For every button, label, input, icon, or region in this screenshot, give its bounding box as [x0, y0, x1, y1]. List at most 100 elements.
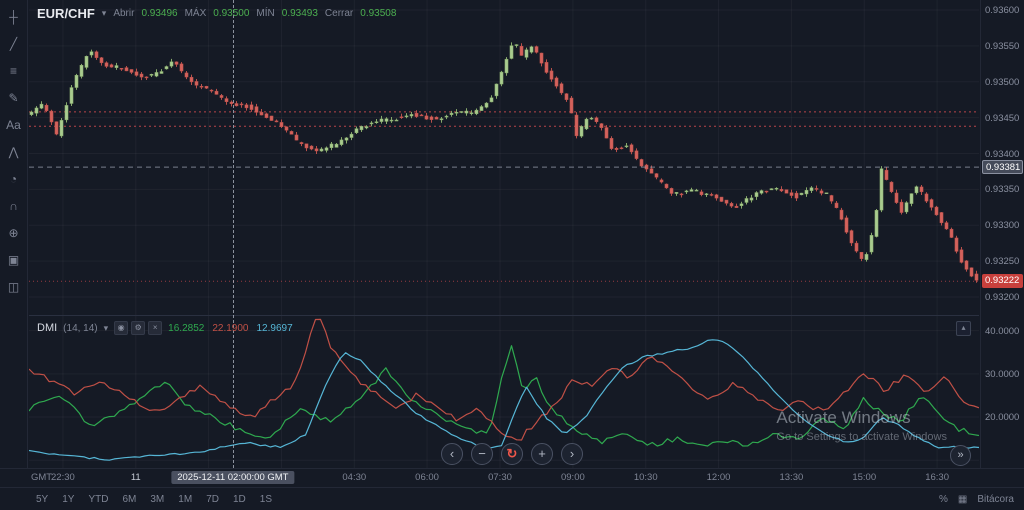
dmi-params: (14, 14): [63, 322, 98, 334]
candlestick-chart[interactable]: [29, 0, 979, 315]
range-button-3m[interactable]: 3M: [150, 494, 164, 505]
time-label: 22:30: [51, 472, 75, 483]
chart-region: EUR/CHF ▾ Abrir 0.93496 MÁX 0.93500 MÍN 0.934…: [29, 0, 979, 468]
zoom-in-button[interactable]: +: [531, 443, 553, 465]
magnet-tool[interactable]: ∩: [3, 195, 25, 217]
fibonacci-tool-icon: ≡: [9, 64, 17, 78]
bottom-toolbar: 5Y 1Y YTD 6M 3M 1M 7D 1D 1S % ▦ Bitácora: [0, 487, 1024, 510]
time-axis[interactable]: GMT 2025-12-11 02:00:00 GMT 22:30 11 04:30…: [0, 468, 1024, 488]
ohlc-label: Abrir: [113, 8, 135, 19]
time-label: 16:30: [925, 472, 949, 483]
symbol-header: EUR/CHF ▾ Abrir 0.93496 MÁX 0.93500 MÍN 0.934…: [37, 6, 396, 21]
time-label: 09:00: [560, 472, 585, 483]
lock-tool-icon: ▣: [7, 253, 20, 267]
fibonacci-tool[interactable]: ≡: [3, 60, 25, 82]
dmi-dropdown-icon[interactable]: ▾: [104, 323, 109, 334]
time-label: 15:00: [852, 472, 877, 483]
price-axis[interactable]: 0.93600 0.93550 0.93500 0.93450 0.93400 0.933…: [980, 0, 1024, 468]
range-button-ytd[interactable]: YTD: [88, 494, 108, 505]
ohlc-label: MÁX: [184, 8, 207, 19]
ohlc-value: 0.93496: [141, 8, 178, 19]
time-label: 10:30: [633, 472, 658, 483]
text-tool-icon: Aa: [6, 118, 21, 132]
lock-tool[interactable]: ▣: [3, 249, 25, 271]
ohlc-readout: Abrir 0.93496 MÁX 0.93500 MÍN 0.93493 Cerrar 0.…: [113, 8, 396, 19]
range-button-1m[interactable]: 1M: [178, 494, 192, 505]
dmi-axis-label: 30.0000: [985, 368, 1020, 380]
zoom-tool[interactable]: ⊕: [3, 222, 25, 244]
time-label: 13:30: [779, 472, 804, 483]
range-button-1s[interactable]: 1S: [260, 494, 272, 505]
time-label: 11: [130, 472, 141, 483]
price-axis-label: 0.93450: [985, 112, 1020, 124]
ohlc-label: Cerrar: [324, 8, 354, 19]
zoom-out-button[interactable]: −: [471, 443, 493, 465]
scroll-left-button[interactable]: ‹: [441, 443, 463, 465]
indicator-expand-button[interactable]: ▴: [956, 321, 971, 336]
eraser-tool[interactable]: ◫: [3, 276, 25, 298]
dmi-legend: DMI (14, 14) ▾ ◉ ⚙ × 16.2852 22.1900 12.9697: [37, 321, 293, 335]
cursor-tool[interactable]: ┼: [3, 6, 25, 28]
visibility-icon[interactable]: ◉: [114, 321, 129, 335]
brush-tool[interactable]: ✎: [3, 87, 25, 109]
price-axis-label: 0.93250: [985, 256, 1020, 268]
trend-line-tool[interactable]: ╱: [3, 33, 25, 55]
pattern-tool[interactable]: ⋀: [3, 141, 25, 163]
time-label: 12:00: [706, 472, 731, 483]
price-axis-label: 0.93300: [985, 220, 1020, 232]
date-range-buttons: 5Y 1Y YTD 6M 3M 1M 7D 1D 1S: [36, 494, 272, 505]
price-axis-label: 0.93550: [985, 40, 1020, 52]
dmi-legend-icons: ◉ ⚙ ×: [114, 321, 163, 335]
zoom-tool-icon: ⊕: [8, 226, 19, 240]
price-chart-panel[interactable]: EUR/CHF ▾ Abrir 0.93496 MÁX 0.93500 MÍN 0.934…: [29, 0, 979, 315]
range-button-1y[interactable]: 1Y: [62, 494, 74, 505]
crosshair-price-label: 0.93381: [982, 160, 1023, 175]
cursor-tool-icon: ┼: [9, 10, 18, 24]
chart-navigation: ‹ − ↻ + ›: [441, 443, 583, 465]
symbol-dropdown-icon[interactable]: ▾: [102, 8, 107, 19]
dmi-value-plusminus-di: 16.2852: [168, 322, 205, 334]
dmi-axis-label: 20.0000: [985, 412, 1020, 424]
trading-chart-app: ┼ ╱ ≡ ✎ Aa ⋀ ◔ ∩ ⊕ ▣ ◫ EUR/CHF ▾ Abrir 0.93496 MÁX 0.…: [0, 0, 1024, 510]
dmi-value-minus-di: 22.1900: [212, 322, 249, 334]
dmi-title[interactable]: DMI: [37, 322, 57, 334]
bottom-right-controls: % ▦ Bitácora: [939, 494, 1014, 505]
price-axis-label: 0.93500: [985, 76, 1020, 88]
journal-button[interactable]: Bitácora: [977, 494, 1014, 505]
range-button-1d[interactable]: 1D: [233, 494, 246, 505]
go-to-realtime-button[interactable]: »: [950, 445, 971, 466]
eraser-tool-icon: ◫: [7, 280, 20, 294]
price-axis-label: 0.93600: [985, 5, 1020, 17]
dmi-value-adx: 12.9697: [256, 322, 293, 334]
settings-icon[interactable]: ⚙: [131, 321, 146, 335]
reset-chart-button[interactable]: ↻: [501, 443, 523, 465]
magnet-tool-icon: ∩: [9, 199, 18, 213]
ohlc-value: 0.93508: [360, 8, 397, 19]
price-axis-label: 0.93400: [985, 148, 1020, 160]
time-label: 07:30: [488, 472, 512, 483]
forecast-tool[interactable]: ◔: [3, 168, 25, 190]
timezone-label[interactable]: GMT: [31, 472, 52, 483]
symbol-title[interactable]: EUR/CHF: [37, 6, 95, 21]
ohlc-label: MÍN: [256, 8, 275, 19]
time-label: 04:30: [342, 472, 367, 483]
time-label: 06:00: [415, 472, 439, 483]
journal-calendar-icon[interactable]: ▦: [958, 494, 967, 505]
scroll-right-button[interactable]: ›: [561, 443, 583, 465]
range-button-5y[interactable]: 5Y: [36, 494, 48, 505]
price-axis-label: 0.93350: [985, 184, 1020, 196]
price-axis-label: 0.93200: [985, 292, 1020, 304]
crosshair-time-label: 2025-12-11 02:00:00 GMT: [171, 471, 295, 484]
dmi-values: 16.2852 22.1900 12.9697: [168, 323, 292, 334]
range-button-7d[interactable]: 7D: [206, 494, 219, 505]
ohlc-value: 0.93500: [213, 8, 250, 19]
last-price-label: 0.93222: [982, 274, 1023, 289]
dmi-axis-label: 40.0000: [985, 325, 1020, 337]
close-icon[interactable]: ×: [148, 321, 163, 335]
brush-tool-icon: ✎: [8, 91, 19, 105]
ohlc-value: 0.93493: [281, 8, 318, 19]
text-tool[interactable]: Aa: [3, 114, 25, 136]
pattern-tool-icon: ⋀: [8, 145, 19, 159]
range-button-6m[interactable]: 6M: [122, 494, 136, 505]
percent-button[interactable]: %: [939, 494, 948, 505]
